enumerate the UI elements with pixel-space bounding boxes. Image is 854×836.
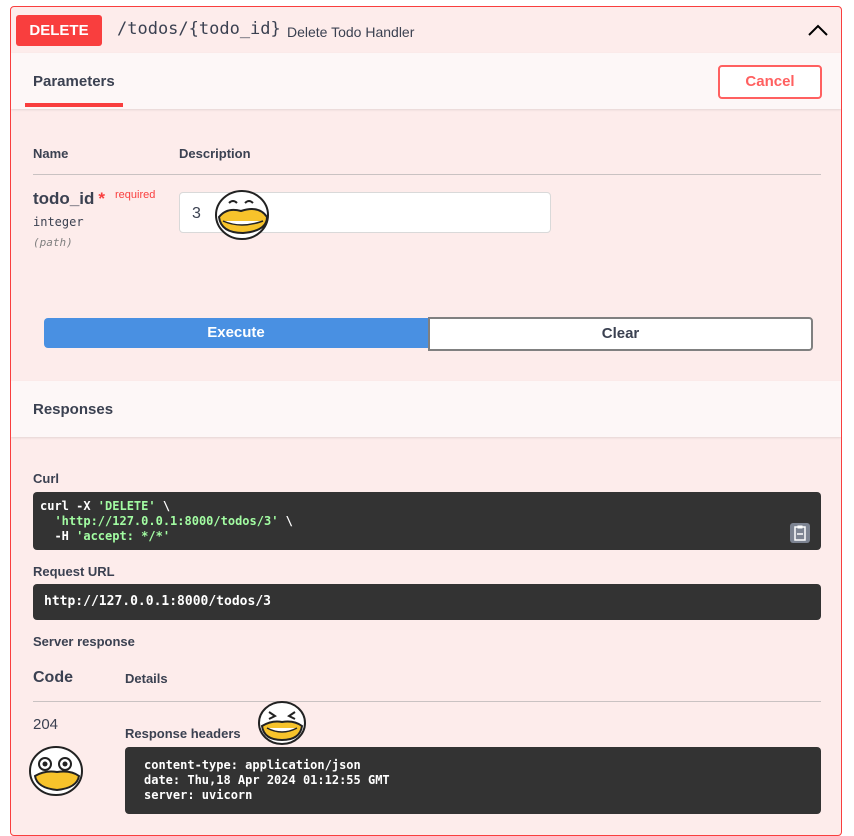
- response-status-code: 204: [33, 716, 59, 733]
- required-label: required: [115, 189, 156, 201]
- param-type: integer: [33, 215, 84, 229]
- curl-title: Curl: [33, 471, 59, 486]
- header-line: server: uvicorn: [144, 788, 253, 802]
- curl-command[interactable]: curl -X 'DELETE' \ 'http://127.0.0.1:800…: [33, 492, 821, 550]
- response-code-header: Code: [33, 669, 73, 686]
- chevron-up-icon[interactable]: [806, 20, 830, 40]
- column-header-description: Description: [179, 146, 251, 161]
- curl-string: 'accept: */*': [76, 529, 171, 543]
- curl-string: 'DELETE': [97, 499, 156, 513]
- cancel-button[interactable]: Cancel: [718, 65, 822, 99]
- curl-text: \: [155, 499, 171, 513]
- header-line: date: Thu,18 Apr 2024 01:12:55 GMT: [144, 773, 390, 787]
- operation-summary[interactable]: DELETE /todos/{todo_id} Delete Todo Hand…: [11, 7, 841, 54]
- duck-sticker-icon: [29, 746, 83, 796]
- copy-to-clipboard-icon[interactable]: [790, 523, 810, 543]
- curl-text: \: [278, 514, 293, 528]
- divider: [33, 701, 821, 702]
- duck-sticker-icon: [258, 701, 306, 745]
- duck-sticker-icon: [215, 190, 269, 240]
- header-line: content-type: application/json: [144, 758, 361, 772]
- divider: [33, 174, 821, 175]
- operation-description: Delete Todo Handler: [287, 24, 415, 40]
- column-header-name: Name: [33, 146, 69, 161]
- param-name-text: todo_id: [33, 189, 95, 208]
- curl-text: curl -X: [40, 499, 98, 513]
- responses-title: Responses: [33, 401, 114, 418]
- parameters-header: Parameters Cancel: [11, 53, 841, 109]
- server-response-title: Server response: [33, 634, 135, 649]
- responses-header: Responses: [11, 381, 841, 437]
- curl-text: -H: [40, 529, 77, 543]
- tab-parameters[interactable]: Parameters: [33, 73, 115, 90]
- clear-button[interactable]: Clear: [428, 317, 813, 351]
- request-url-title: Request URL: [33, 564, 115, 579]
- param-name: todo_id *: [33, 189, 105, 209]
- tab-active-indicator: [25, 103, 123, 107]
- endpoint-path: /todos/{todo_id}: [117, 19, 281, 39]
- request-url[interactable]: http://127.0.0.1:8000/todos/3: [33, 584, 821, 620]
- execute-button[interactable]: Execute: [44, 318, 428, 348]
- response-details-header: Details: [125, 671, 168, 686]
- curl-string: 'http://127.0.0.1:8000/todos/3': [54, 514, 279, 528]
- required-star: *: [98, 189, 106, 208]
- operation-block-delete-todo: DELETE /todos/{todo_id} Delete Todo Hand…: [10, 6, 842, 836]
- param-location: (path): [33, 236, 73, 249]
- curl-text: [40, 514, 54, 528]
- response-headers-title: Response headers: [125, 726, 241, 741]
- response-headers[interactable]: content-type: application/json date: Thu…: [125, 747, 821, 814]
- method-badge: DELETE: [16, 15, 102, 46]
